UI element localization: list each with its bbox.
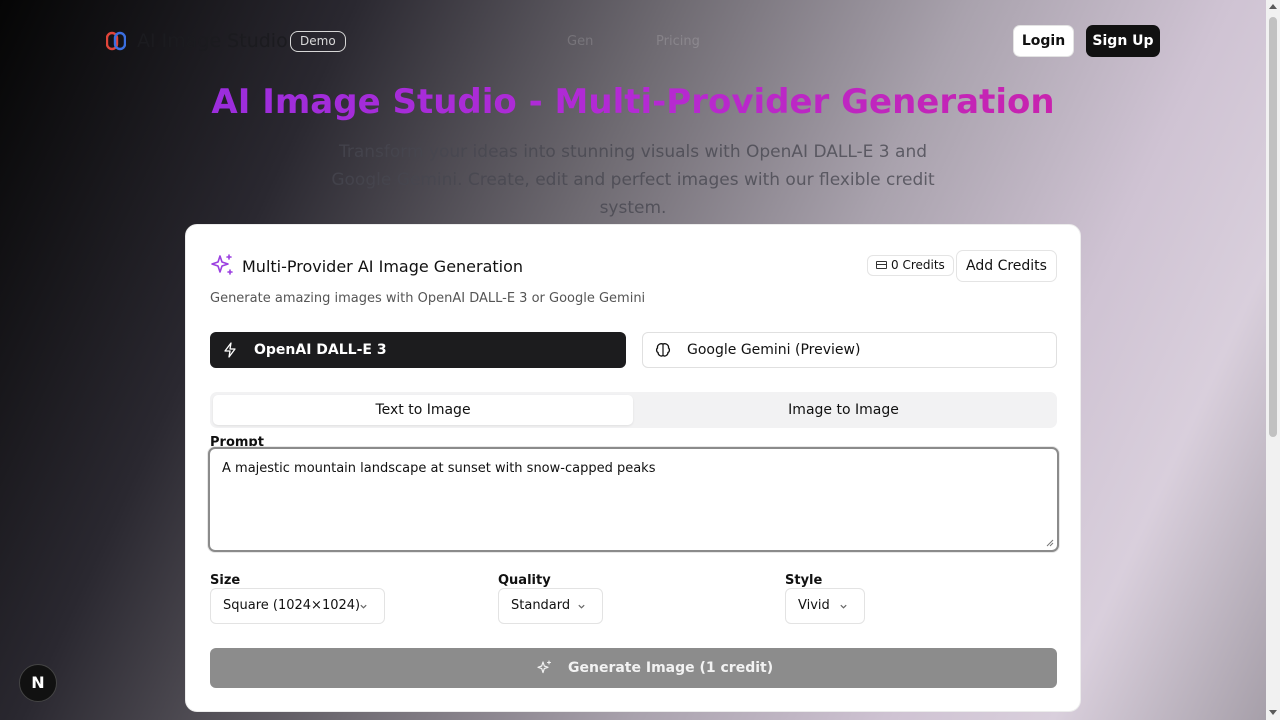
logo-icon[interactable]: [106, 31, 126, 51]
style-value: Vivid: [798, 598, 830, 613]
hero-subtitle: Transform your ideas into stunning visua…: [331, 142, 935, 218]
provider-gemini-label: Google Gemini (Preview): [687, 342, 861, 358]
quality-label: Quality: [498, 573, 551, 588]
size-value: Square (1024×1024): [223, 598, 361, 613]
site-header: AI Image Studio Demo Gen Pricing Login S…: [0, 0, 1266, 84]
style-select[interactable]: Vivid: [785, 588, 865, 624]
nav-link-pricing[interactable]: Pricing: [656, 34, 700, 49]
resize-handle-icon[interactable]: [1046, 539, 1054, 547]
quality-value: Standard: [511, 598, 571, 613]
style-label: Style: [785, 573, 823, 588]
nav-link-gen[interactable]: Gen: [567, 34, 593, 49]
nextjs-dev-badge[interactable]: N: [19, 664, 57, 702]
scrollbar-thumb[interactable]: [1269, 17, 1277, 437]
generate-label: Generate Image (1 credit): [568, 660, 774, 676]
sparkles-icon: [211, 254, 233, 275]
quality-select[interactable]: Standard: [498, 588, 603, 624]
tab-image-to-image[interactable]: Image to Image: [633, 395, 1054, 425]
add-credits-button[interactable]: Add Credits: [956, 250, 1057, 282]
brand-name[interactable]: AI Image Studio: [137, 30, 288, 52]
size-select[interactable]: Square (1024×1024): [210, 588, 385, 624]
provider-gemini-button[interactable]: Google Gemini (Preview): [642, 332, 1057, 368]
scroll-up-arrow-icon[interactable]: [1269, 4, 1277, 9]
provider-openai-button[interactable]: OpenAI DALL-E 3: [210, 332, 626, 368]
prompt-textarea[interactable]: A majestic mountain landscape at sunset …: [208, 447, 1059, 552]
scroll-down-arrow-icon[interactable]: [1269, 710, 1277, 715]
lightning-icon: [224, 342, 236, 358]
chevron-down-icon: [578, 604, 585, 609]
sparkles-icon: [537, 660, 552, 674]
provider-openai-label: OpenAI DALL-E 3: [254, 342, 387, 358]
login-button[interactable]: Login: [1013, 25, 1074, 57]
hero-title: AI Image Studio - Multi-Provider Generat…: [0, 82, 1266, 122]
mode-tabs: Text to Image Image to Image: [210, 392, 1057, 428]
credits-badge: 0 Credits: [867, 255, 954, 276]
credit-card-icon: [876, 261, 887, 269]
demo-badge: Demo: [290, 31, 346, 52]
signup-button[interactable]: Sign Up: [1086, 25, 1160, 57]
credits-count: 0 Credits: [891, 258, 945, 272]
brain-icon: [655, 343, 671, 357]
page-scrollbar[interactable]: [1266, 0, 1280, 720]
tab-text-to-image[interactable]: Text to Image: [213, 395, 633, 425]
size-label: Size: [210, 573, 241, 588]
chevron-down-icon: [360, 604, 367, 609]
card-description: Generate amazing images with OpenAI DALL…: [210, 291, 646, 306]
generation-card: Multi-Provider AI Image Generation 0 Cre…: [185, 224, 1081, 712]
generate-image-button[interactable]: Generate Image (1 credit): [210, 648, 1057, 688]
card-title: Multi-Provider AI Image Generation: [242, 257, 524, 276]
chevron-down-icon: [840, 604, 847, 609]
